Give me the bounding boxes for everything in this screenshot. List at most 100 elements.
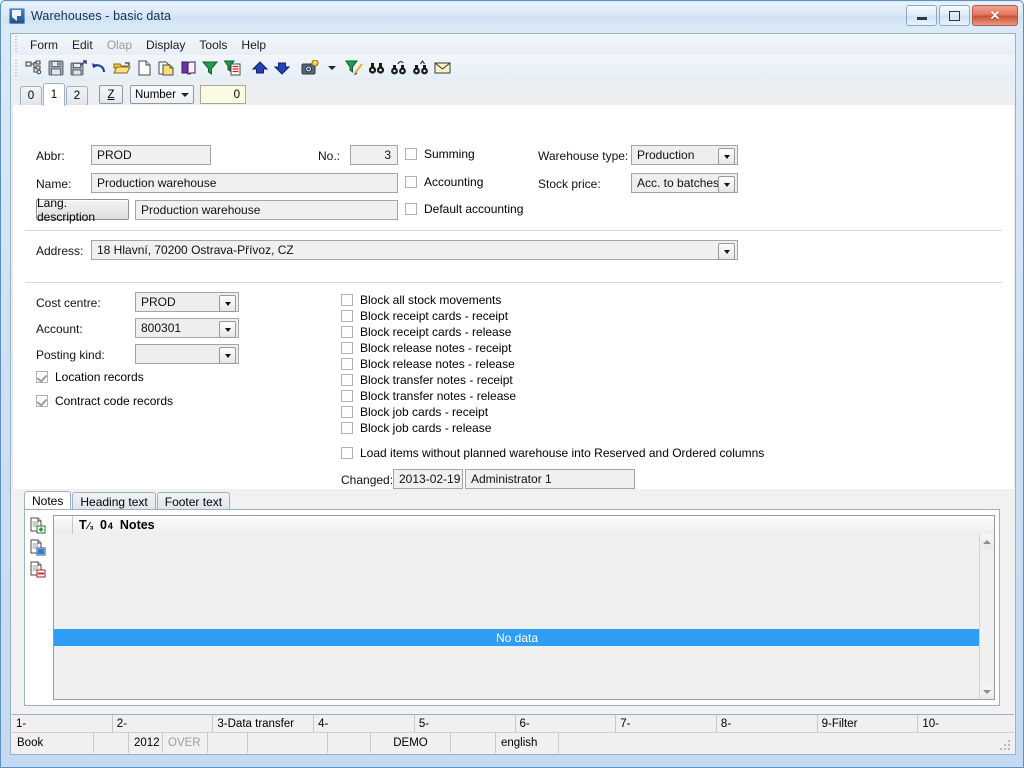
dropdown-arrow-icon[interactable]: [321, 57, 343, 79]
default-accounting-checkbox[interactable]: [405, 203, 417, 215]
tab-notes[interactable]: Notes: [24, 491, 72, 510]
block-transfer-notes-release-checkbox[interactable]: [341, 390, 353, 402]
block-transfer-notes-receipt-checkbox[interactable]: [341, 374, 353, 386]
accounting-checkbox[interactable]: [405, 176, 417, 188]
chevron-down-icon[interactable]: [718, 148, 735, 165]
abbr-input[interactable]: PROD: [91, 145, 211, 165]
name-input[interactable]: Production warehouse: [91, 173, 398, 193]
save-icon[interactable]: [45, 57, 67, 79]
close-button[interactable]: ✕: [972, 5, 1018, 26]
camera-icon[interactable]: [299, 57, 321, 79]
no-input[interactable]: 3: [350, 145, 398, 165]
load-items-checkbox[interactable]: [341, 447, 353, 459]
move-down-icon[interactable]: [271, 57, 293, 79]
open-folder-icon[interactable]: [111, 57, 133, 79]
menu-help[interactable]: Help: [234, 36, 273, 54]
notes-grid-body[interactable]: No data: [54, 534, 980, 699]
block-option-row[interactable]: Block transfer notes - receipt: [341, 372, 516, 388]
record-tab-1[interactable]: 1: [43, 83, 65, 106]
menu-tools[interactable]: Tools: [192, 36, 234, 54]
contract-code-records-row[interactable]: Contract code records: [36, 394, 173, 408]
chevron-down-icon[interactable]: [219, 321, 236, 338]
block-option-row[interactable]: Block release notes - receipt: [341, 340, 516, 356]
fn-key-4[interactable]: 4-: [314, 715, 415, 733]
fn-key-5[interactable]: 5-: [415, 715, 516, 733]
maximize-button[interactable]: [939, 5, 970, 26]
resize-grip-icon[interactable]: [999, 739, 1011, 751]
load-items-row[interactable]: Load items without planned warehouse int…: [341, 446, 764, 460]
location-records-row[interactable]: Location records: [36, 370, 144, 384]
summing-checkbox[interactable]: [405, 148, 417, 160]
undo-icon[interactable]: [89, 57, 111, 79]
fn-key-8[interactable]: 8-: [717, 715, 818, 733]
chevron-down-icon[interactable]: [718, 176, 735, 193]
block-release-notes-release-checkbox[interactable]: [341, 358, 353, 370]
menu-drag-grip[interactable]: [13, 36, 20, 53]
fn-key-10[interactable]: 10-: [918, 715, 1014, 733]
block-option-row[interactable]: Block receipt cards - receipt: [341, 308, 516, 324]
summing-checkbox-row[interactable]: Summing: [405, 147, 475, 161]
find-next-icon[interactable]: [387, 57, 409, 79]
block-option-row[interactable]: Block all stock movements: [341, 292, 516, 308]
scroll-down-button[interactable]: [980, 684, 994, 699]
block-option-row[interactable]: Block release notes - release: [341, 356, 516, 372]
block-option-row[interactable]: Block job cards - release: [341, 420, 516, 436]
chevron-down-icon[interactable]: [219, 347, 236, 364]
add-note-icon[interactable]: [28, 514, 48, 536]
fn-key-9[interactable]: 9-Filter: [818, 715, 919, 733]
account-combo[interactable]: 800301: [135, 318, 239, 338]
block-job-cards-receipt-checkbox[interactable]: [341, 406, 353, 418]
mail-icon[interactable]: [431, 57, 453, 79]
accounting-checkbox-row[interactable]: Accounting: [405, 175, 483, 189]
fn-key-6[interactable]: 6-: [516, 715, 617, 733]
location-records-checkbox[interactable]: [36, 371, 48, 383]
filter-icon[interactable]: [199, 57, 221, 79]
fn-key-3[interactable]: 3-Data transfer: [213, 715, 315, 733]
scroll-up-button[interactable]: [980, 534, 994, 549]
find-icon[interactable]: [365, 57, 387, 79]
chevron-down-icon[interactable]: [718, 243, 735, 260]
block-job-cards-release-checkbox[interactable]: [341, 422, 353, 434]
address-combo[interactable]: 18 Hlavní, 70200 Ostrava-Přívoz, CZ: [91, 240, 738, 260]
block-all-stock-movements-checkbox[interactable]: [341, 294, 353, 306]
block-receipt-cards-receipt-checkbox[interactable]: [341, 310, 353, 322]
block-option-row[interactable]: Block receipt cards - release: [341, 324, 516, 340]
delete-note-icon[interactable]: [28, 558, 48, 580]
fn-key-7[interactable]: 7-: [616, 715, 717, 733]
edit-note-icon[interactable]: [28, 536, 48, 558]
record-number-field[interactable]: 0: [200, 85, 246, 104]
tab-footer-text[interactable]: Footer text: [156, 492, 231, 510]
menu-edit[interactable]: Edit: [65, 36, 100, 54]
new-document-icon[interactable]: [133, 57, 155, 79]
menu-form[interactable]: Form: [23, 36, 65, 54]
posting-kind-combo[interactable]: [135, 344, 239, 364]
warehouse-type-combo[interactable]: Production: [631, 145, 738, 165]
minimize-button[interactable]: [906, 5, 937, 26]
record-tab-0[interactable]: 0: [20, 86, 42, 105]
default-accounting-checkbox-row[interactable]: Default accounting: [405, 202, 523, 216]
save-as-icon[interactable]: [67, 57, 89, 79]
stock-price-combo[interactable]: Acc. to batches: [631, 173, 738, 193]
copy-icon[interactable]: [155, 57, 177, 79]
no-data-row[interactable]: No data: [54, 629, 980, 646]
block-receipt-cards-release-checkbox[interactable]: [341, 326, 353, 338]
grid-corner-cell[interactable]: [54, 516, 73, 534]
find-all-icon[interactable]: [409, 57, 431, 79]
fn-key-2[interactable]: 2-: [113, 715, 214, 733]
book-icon[interactable]: [177, 57, 199, 79]
move-up-icon[interactable]: [249, 57, 271, 79]
contract-code-records-checkbox[interactable]: [36, 395, 48, 407]
block-release-notes-receipt-checkbox[interactable]: [341, 342, 353, 354]
lang-description-input[interactable]: Production warehouse: [135, 200, 398, 220]
filter-clear-icon[interactable]: [343, 57, 365, 79]
lang-description-button[interactable]: Lang. description: [36, 196, 129, 224]
record-tab-2[interactable]: 2: [66, 86, 88, 105]
sort-mode-combo[interactable]: Number: [130, 85, 194, 104]
fn-key-1[interactable]: 1-: [12, 715, 113, 733]
grid-header-labels[interactable]: T ⁄₃ 0 4 Notes: [73, 518, 155, 532]
sort-z-button[interactable]: Z: [99, 85, 123, 104]
toolbar-drag-grip[interactable]: [13, 59, 20, 77]
block-option-row[interactable]: Block transfer notes - release: [341, 388, 516, 404]
tab-heading-text[interactable]: Heading text: [72, 492, 156, 510]
notes-vertical-scrollbar[interactable]: [979, 534, 994, 699]
